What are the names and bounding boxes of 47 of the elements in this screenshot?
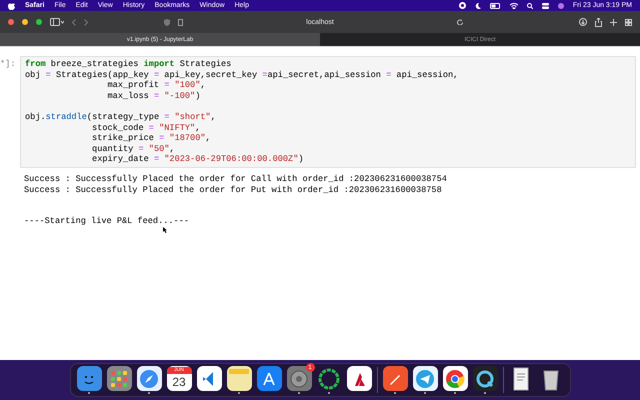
record-icon[interactable] xyxy=(458,2,466,9)
telegram-app-icon[interactable] xyxy=(412,366,438,391)
code-line: obj = Strategies(app_key = api_key,secret_key =api_secret,api_session = api_session, xyxy=(25,70,458,80)
quicktime-app-icon[interactable] xyxy=(472,366,498,391)
code-line: quantity = "50", xyxy=(91,144,175,154)
ring-app-icon[interactable] xyxy=(316,366,342,391)
share-icon[interactable] xyxy=(595,18,602,26)
output-line: Success : Successfully Placed the order for Call with order_id :202306231600038754 xyxy=(24,174,447,184)
back-icon[interactable] xyxy=(72,18,76,26)
code-line: from breeze_strategies import Strategies xyxy=(25,59,232,69)
code-line: max_loss = "-100") xyxy=(106,90,200,101)
chrome-app-icon[interactable] xyxy=(442,366,468,391)
battery-icon[interactable] xyxy=(490,2,501,8)
calendar-day: 23 xyxy=(172,374,186,390)
notes-app-icon[interactable] xyxy=(226,366,252,391)
apple-logo-icon[interactable] xyxy=(8,2,15,10)
wifi-icon[interactable] xyxy=(510,2,518,8)
plus-icon[interactable] xyxy=(610,18,617,26)
cell-prompt: *]: xyxy=(0,58,16,71)
moon-icon[interactable] xyxy=(474,2,481,8)
siri-icon[interactable] xyxy=(558,2,564,8)
download-icon[interactable] xyxy=(579,18,587,26)
settings-app-icon[interactable] xyxy=(286,366,312,391)
pen-app-icon[interactable] xyxy=(382,366,408,391)
page-icon[interactable] xyxy=(178,18,183,26)
finder-app-icon[interactable] xyxy=(76,366,102,391)
launchpad-app-icon[interactable] xyxy=(106,366,132,391)
code-line: strike_price = "18700", xyxy=(91,133,211,144)
forward-icon[interactable] xyxy=(84,18,88,26)
reload-icon[interactable] xyxy=(457,19,463,25)
tab-overview-icon[interactable] xyxy=(625,18,632,26)
shield-icon[interactable] xyxy=(164,18,170,26)
search-icon[interactable] xyxy=(526,2,533,8)
store-app-icon[interactable] xyxy=(256,366,282,391)
output-line: ----Starting live P&L feed...--- xyxy=(24,216,190,226)
code-app-icon[interactable] xyxy=(196,366,222,391)
redapp-app-icon[interactable] xyxy=(346,366,372,391)
code-line: max_profit = "100", xyxy=(106,80,206,90)
code-line: stock_code = "NIFTY", xyxy=(91,122,200,133)
code-line: obj.straddle(strategy_type = "short", xyxy=(25,112,216,122)
safari-app-icon[interactable] xyxy=(136,366,162,391)
control-center-icon[interactable] xyxy=(542,2,549,8)
code-cell[interactable] xyxy=(20,56,636,168)
output-line: Success : Successfully Placed the order for Put with order_id :202306231600038758 xyxy=(24,184,442,195)
mouse-pointer-icon xyxy=(163,227,167,233)
sidebar-icon[interactable] xyxy=(50,18,64,26)
code-line: expiry_date = "2023-06-29T06:00:00.000Z") xyxy=(91,154,304,164)
